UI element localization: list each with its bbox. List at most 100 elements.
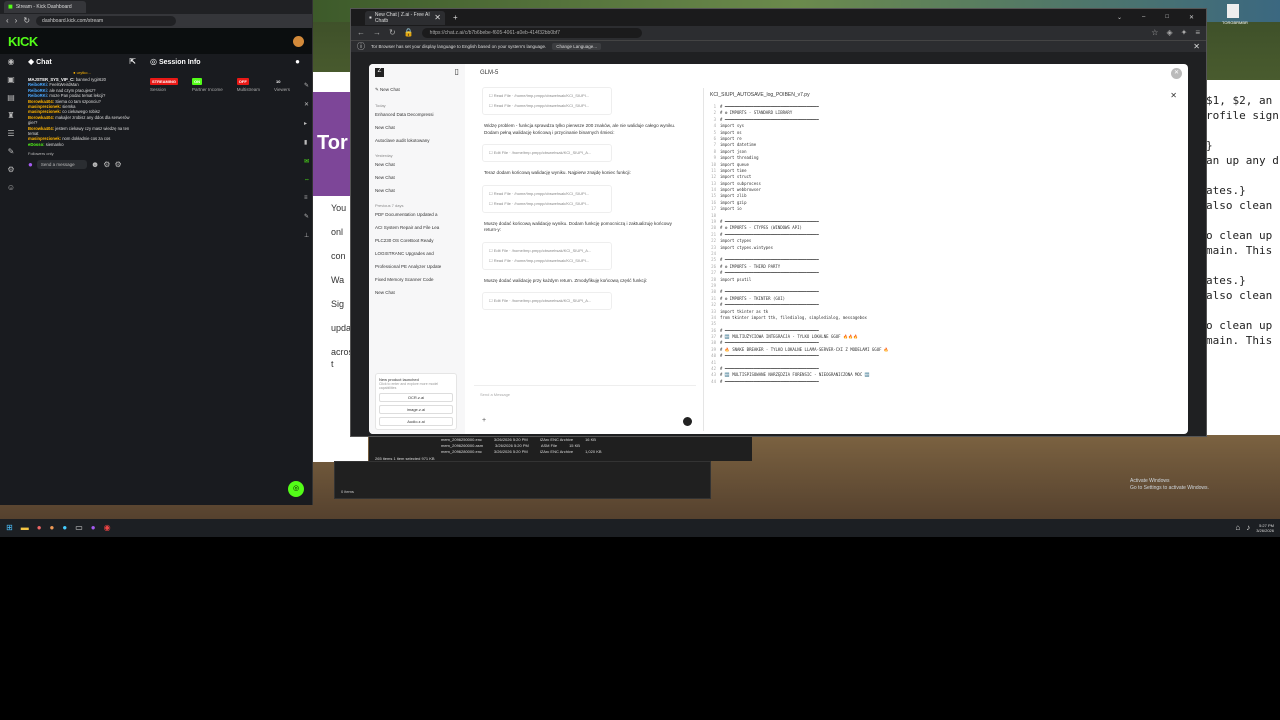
sidebar-settings-icon[interactable]: ⚙ — [7, 166, 14, 174]
back-icon[interactable]: ‹ — [6, 17, 9, 25]
sidebar-chat-item[interactable]: LOGISTRANC Upgrades and — [375, 247, 459, 260]
sidebar-users-icon[interactable]: ☺ — [7, 184, 15, 192]
chat-username[interactable]: MAJSTER_SYS_VIP_C: — [28, 77, 76, 82]
sidebar-tools-icon[interactable]: ✎ — [8, 148, 15, 156]
star-icon[interactable]: ☆ — [1151, 29, 1158, 37]
chat-message-input[interactable]: Send a message — [36, 160, 87, 170]
chat-username[interactable]: masinprezionek: — [28, 109, 62, 114]
close-icon[interactable]: ✕ — [304, 101, 310, 108]
desktop-file-icon[interactable]: TORGBRMBR — [1222, 4, 1248, 25]
maximize-icon[interactable]: □ — [1165, 14, 1169, 21]
sidebar-chat-icon[interactable]: ▤ — [7, 94, 15, 102]
sidebar-chat-item[interactable]: ACI System Repair and File Lea — [375, 221, 459, 234]
code-close-icon[interactable]: ✕ — [1170, 92, 1177, 100]
tool-call-item[interactable]: ☐ Read File · /home/tmp.pmpp/cbswehsak/K… — [489, 101, 605, 111]
emote-icon[interactable]: ● — [28, 160, 33, 169]
sidebar-chat-item[interactable]: New Chat — [375, 121, 459, 134]
window-close-icon[interactable]: ✕ — [1189, 14, 1194, 21]
sidebar-chat-item[interactable]: Enhanced Data Decompressi — [375, 108, 459, 121]
kick-address-field[interactable]: dashboard.kick.com/stream — [36, 16, 177, 26]
explorer-taskbar-icon[interactable]: ▬ — [21, 524, 29, 532]
message-input[interactable]: Send a Message + — [474, 385, 696, 430]
sidebar-chat-item[interactable]: PDF Documentation Updated a — [375, 208, 459, 221]
infobar-close-icon[interactable]: ✕ — [1193, 42, 1200, 51]
tool-call-item[interactable]: ☐ Read File · /home/tmp.pmpp/cbswehsak/K… — [489, 256, 605, 266]
sidebar-chat-item[interactable]: New Chat — [375, 171, 459, 184]
chat-username[interactable]: ReiboRKi: — [28, 88, 49, 93]
pin-icon[interactable]: ⊥ — [304, 232, 310, 239]
sidebar-chat-item[interactable]: Autoclave audit lokotowany — [375, 134, 459, 147]
chat-settings-icon[interactable]: ⚙ — [114, 160, 121, 169]
reload-icon[interactable]: ↻ — [389, 29, 396, 37]
zai-address-field[interactable]: https://chat.z.ai/c/b7b6bebe-f605-4061-a… — [421, 28, 642, 38]
chat-tools-icon[interactable]: ⚙ — [103, 160, 110, 169]
message-icon[interactable]: ✉ — [304, 158, 310, 165]
chat-username[interactable]: ReiboRKi: — [28, 93, 49, 98]
tool-call-item[interactable]: ☐ Read File · /home/tmp.pmpp/cbswehsak/K… — [489, 91, 605, 101]
session-info-icon[interactable]: ● — [295, 58, 300, 66]
avatar[interactable] — [293, 35, 304, 47]
promo-link-button[interactable]: OCR.z.ai — [379, 393, 453, 402]
tool-call-item[interactable]: ☐ Read File · /home/tmp.pmpp/cbswehsak/K… — [489, 199, 605, 209]
record-taskbar-icon[interactable]: ◉ — [104, 524, 111, 532]
change-language-button[interactable]: Change Language... — [552, 43, 602, 50]
shield-icon[interactable]: ◈ — [1166, 29, 1172, 37]
tor-taskbar-icon[interactable]: ● — [91, 524, 96, 532]
tab-close-icon[interactable]: ✕ — [434, 13, 441, 22]
chat-username[interactable]: Borowka404: — [28, 126, 55, 131]
kick-browser-tab[interactable]: ■ Stream - Kick Dashboard — [4, 1, 86, 13]
stop-button[interactable] — [683, 417, 692, 426]
kick-logo[interactable]: KICK — [8, 34, 38, 49]
browser-taskbar-icon[interactable]: ● — [37, 524, 42, 532]
chat-username[interactable]: ReiboRKi: — [28, 82, 49, 87]
sidebar-chat-item[interactable]: PLC230 OS CoreBoot Ready — [375, 234, 459, 247]
sidebar-stream-icon[interactable]: ▣ — [7, 76, 15, 84]
chat-username[interactable]: Borowka404: — [28, 115, 55, 120]
tool-call-item[interactable]: ☐ Read File · /home/tmp.pmpp/cbswehsak/K… — [489, 189, 605, 199]
sidebar-community-icon[interactable]: ☰ — [7, 130, 14, 138]
new-chat-button[interactable]: ✎ New Chat — [375, 83, 459, 97]
chevron-down-icon[interactable]: ⌄ — [1117, 14, 1122, 21]
chat-username[interactable]: masinprezionek: — [28, 136, 62, 141]
model-selector[interactable]: GLM-5 — [478, 70, 688, 84]
forward-icon[interactable]: → — [373, 29, 381, 37]
back-icon[interactable]: ← — [357, 29, 365, 37]
zai-logo[interactable]: Z — [375, 68, 384, 77]
minimize-icon[interactable]: – — [1142, 14, 1145, 21]
sidebar-chat-item[interactable]: New Chat — [375, 286, 459, 299]
sidebar-chat-item[interactable]: Professional PE Analyzer Update — [375, 260, 459, 273]
start-icon[interactable]: ⊞ — [6, 524, 13, 532]
python-taskbar-icon[interactable]: ● — [62, 524, 67, 532]
chat-username[interactable]: eDosso: — [28, 142, 46, 147]
promo-link-button[interactable]: Audio.z.ai — [379, 417, 453, 426]
app-taskbar-icon[interactable]: ● — [50, 524, 55, 532]
attach-icon[interactable]: + — [482, 417, 486, 424]
terminal-taskbar-icon[interactable]: ▭ — [75, 524, 83, 532]
reload-icon[interactable]: ↻ — [23, 17, 30, 25]
popout-icon[interactable]: ⇱ — [129, 58, 136, 66]
clock[interactable]: 5:27 PM 3/26/2026 — [1256, 523, 1274, 533]
sidebar-trophy-icon[interactable]: ♜ — [7, 112, 14, 120]
mute-icon[interactable]: ▮ — [304, 139, 310, 146]
emoji-icon[interactable]: ☻ — [91, 160, 99, 169]
stack-icon[interactable]: ≡ — [304, 195, 310, 201]
network-icon[interactable]: ⌂ — [1235, 524, 1240, 532]
promo-link-button[interactable]: image.z.ai — [379, 405, 453, 414]
edit-icon[interactable]: ✎ — [304, 82, 310, 89]
sidebar-chat-item[interactable]: New Chat — [375, 184, 459, 197]
sidebar-toggle-icon[interactable]: ▯ — [455, 68, 459, 77]
tool-call-item[interactable]: ☐ Edit File · /home/tmp.pmpp/cbswehsak/K… — [489, 296, 605, 306]
forward-icon[interactable]: › — [15, 17, 18, 25]
chat-username[interactable]: masinprezionek: — [28, 104, 62, 109]
volume-icon[interactable]: ♪ — [1246, 524, 1250, 532]
play-icon[interactable]: ▸ — [304, 120, 310, 127]
modal-close-button[interactable]: ✕ — [1171, 68, 1182, 79]
wrench-icon[interactable]: ✎ — [304, 213, 310, 220]
sidebar-chat-item[interactable]: New Chat — [375, 158, 459, 171]
sidebar-home-icon[interactable]: ◉ — [8, 58, 15, 66]
extension-icon[interactable]: ✦ — [1181, 29, 1188, 37]
kick-help-button[interactable]: ◎ — [288, 481, 304, 497]
tool-call-item[interactable]: ☐ Edit File · /home/tmp.pmpp/cbswehsak/K… — [489, 148, 605, 158]
zai-browser-tab[interactable]: ▪ New Chat | Z.ai - Free AI Chatb ✕ — [365, 10, 445, 25]
tool-call-item[interactable]: ☐ Edit File · /home/tmp.pmpp/cbswehsak/K… — [489, 246, 605, 256]
